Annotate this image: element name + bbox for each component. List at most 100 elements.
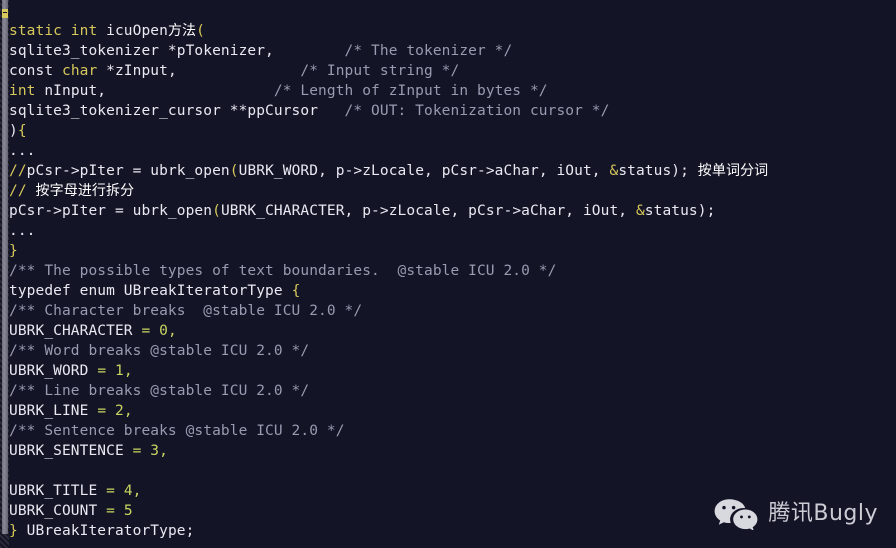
code-token: UBRK_SENTENCE [9, 442, 133, 459]
code-token: *zInput, [106, 62, 177, 79]
code-line: /** Character breaks @stable ICU 2.0 */ [9, 301, 896, 321]
code-token: UBRK_LINE [9, 402, 98, 419]
code-token: /** Character breaks @stable ICU 2.0 */ [9, 302, 363, 319]
code-token: , [167, 322, 177, 339]
code-line: ... [9, 141, 896, 161]
code-line: int nInput, /* Length of zInput in bytes… [9, 81, 896, 101]
code-token: UBRK_CHARACTER [9, 322, 142, 339]
code-token: status); [644, 202, 716, 219]
code-token: /** Word breaks @stable ICU 2.0 */ [9, 342, 310, 359]
code-token: int [9, 82, 45, 99]
code-token: 5 [123, 502, 133, 519]
code-token: } [9, 522, 18, 539]
code-block[interactable]: static int icuOpen方法(sqlite3_tokenizer *… [9, 21, 896, 541]
code-token: = [97, 402, 115, 419]
code-line: /** The possible types of text boundarie… [9, 261, 896, 281]
code-token: 2 [114, 402, 124, 419]
code-token: icuOpen [106, 22, 168, 39]
code-line: } [9, 241, 896, 261]
code-line: /** Word breaks @stable ICU 2.0 */ [9, 341, 896, 361]
code-token: , [132, 482, 142, 499]
code-line: UBRK_SENTENCE = 3, [9, 441, 896, 461]
code-token: 按单词分词 [697, 162, 769, 179]
code-token: // [9, 162, 27, 179]
code-line: sqlite3_tokenizer_cursor **ppCursor /* O… [9, 101, 896, 121]
code-token: ) [9, 122, 18, 139]
line-start-marker-icon [2, 9, 8, 18]
code-token: = [106, 482, 124, 499]
code-token: nInput, [44, 82, 107, 99]
code-token: { [291, 282, 301, 299]
code-token: = [141, 322, 160, 339]
code-token: } [9, 242, 18, 259]
code-token: 4 [123, 482, 133, 499]
code-token: const [9, 62, 62, 79]
code-token: /* The tokenizer */ [344, 42, 513, 59]
code-line: typedef enum UBreakIteratorType { [9, 281, 896, 301]
code-token: /** The possible types of text boundarie… [9, 262, 557, 279]
code-line: sqlite3_tokenizer *pTokenizer, /* The to… [9, 41, 896, 61]
code-token: 0 [159, 322, 168, 339]
code-token: typedef enum UBreakIteratorType [9, 282, 292, 299]
code-line: ... [9, 221, 896, 241]
code-token: /** Sentence breaks @stable ICU 2.0 */ [9, 422, 345, 439]
code-line: /** Sentence breaks @stable ICU 2.0 */ [9, 421, 896, 441]
code-token: = [97, 362, 115, 379]
code-token: = [106, 502, 124, 519]
code-token: char [61, 62, 107, 79]
code-line: ){ [9, 121, 896, 141]
code-line: UBRK_LINE = 2, [9, 401, 896, 421]
code-token: ... [9, 222, 36, 239]
code-token: 方法 [167, 22, 197, 39]
code-token: , [123, 362, 133, 379]
code-token: , [123, 402, 133, 419]
code-token: // [9, 182, 27, 199]
code-token: 按字母进行拆分 [35, 182, 135, 199]
code-token: UBRK_CHARACTER, p->zLocale, pCsr->aChar,… [220, 202, 636, 219]
code-line: //pCsr->pIter = ubrk_open(UBRK_WORD, p->… [9, 161, 896, 181]
code-line: UBRK_CHARACTER = 0, [9, 321, 896, 341]
code-token: ( [212, 202, 221, 219]
code-token: ... [9, 142, 36, 159]
code-token: 1 [114, 362, 124, 379]
code-line: static int icuOpen方法( [9, 21, 896, 41]
scrollbar-thumb[interactable] [2, 0, 8, 534]
code-token: & [609, 162, 619, 179]
code-token: UBRK_TITLE [9, 482, 107, 499]
code-token: UBRK_COUNT [9, 502, 107, 519]
wechat-logo-icon [714, 499, 758, 530]
code-token: /** Line breaks @stable ICU 2.0 */ [9, 382, 310, 399]
vertical-scrollbar[interactable] [0, 0, 9, 548]
code-token: /* OUT: Tokenization cursor */ [344, 102, 610, 119]
code-token: UBRK_WORD, p->zLocale, pCsr->aChar, iOut… [238, 162, 610, 179]
code-token: /* Length of zInput in bytes */ [273, 82, 548, 99]
code-line: UBRK_WORD = 1, [9, 361, 896, 381]
code-token: /* Input string */ [300, 62, 460, 79]
code-token: = [132, 442, 151, 459]
code-token: sqlite3_tokenizer *pTokenizer, [9, 42, 274, 59]
watermark-label: 腾讯Bugly [768, 501, 878, 526]
code-token: pCsr->pIter = ubrk_open [26, 162, 230, 179]
code-line: /** Line breaks @stable ICU 2.0 */ [9, 381, 896, 401]
code-line: // 按字母进行拆分 [9, 181, 896, 201]
code-token: UBreakIteratorType; [17, 522, 195, 539]
code-token: static int [9, 22, 107, 39]
code-token: sqlite3_tokenizer_cursor **ppCursor [9, 102, 319, 119]
code-token: ( [229, 162, 239, 179]
code-token: { [17, 122, 27, 139]
code-line: const char *zInput, /* Input string */ [9, 61, 896, 81]
code-token: pCsr->pIter = ubrk_open [9, 202, 213, 219]
code-token: , [159, 442, 168, 459]
code-token: & [635, 202, 645, 219]
code-token: status); [618, 162, 698, 179]
watermark: 腾讯Bugly [713, 498, 878, 530]
code-line: pCsr->pIter = ubrk_open(UBRK_CHARACTER, … [9, 201, 896, 221]
code-token: ( [196, 22, 205, 39]
code-token: UBRK_WORD [9, 362, 98, 379]
